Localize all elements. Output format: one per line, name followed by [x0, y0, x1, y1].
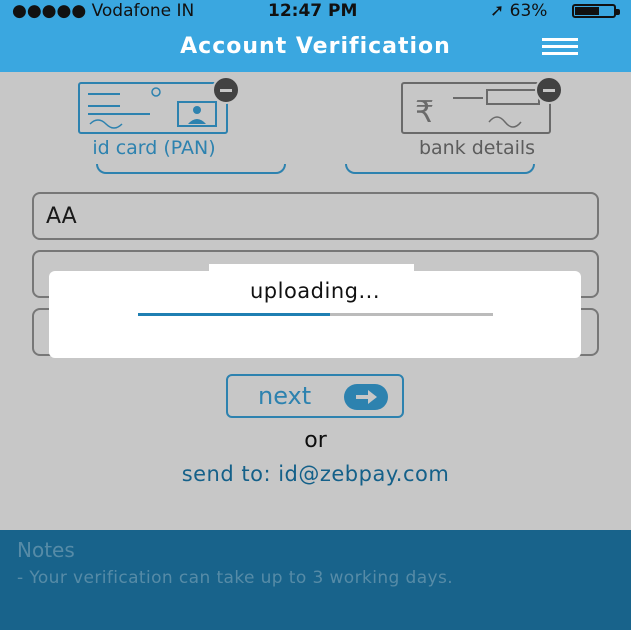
- upload-progress-bar: [138, 313, 493, 316]
- status-bar: ●●●●● Vodafone IN 12:47 PM ➚ 63%: [0, 0, 631, 22]
- page-title: Account Verification: [180, 34, 451, 59]
- upload-message: uploading...: [249, 279, 381, 303]
- carrier-label: ●●●●● Vodafone IN: [12, 1, 195, 21]
- status-right: ➚ 63%: [490, 1, 547, 21]
- upload-progress-fill: [138, 313, 330, 316]
- hamburger-menu-icon[interactable]: [542, 38, 578, 56]
- nav-bar: Account Verification: [0, 22, 631, 72]
- upload-dialog: uploading...: [49, 264, 581, 358]
- clock: 12:47 PM: [268, 1, 358, 21]
- location-arrow-icon: ➚: [490, 1, 505, 21]
- battery-icon: [572, 4, 620, 18]
- battery-percent: 63%: [509, 1, 548, 21]
